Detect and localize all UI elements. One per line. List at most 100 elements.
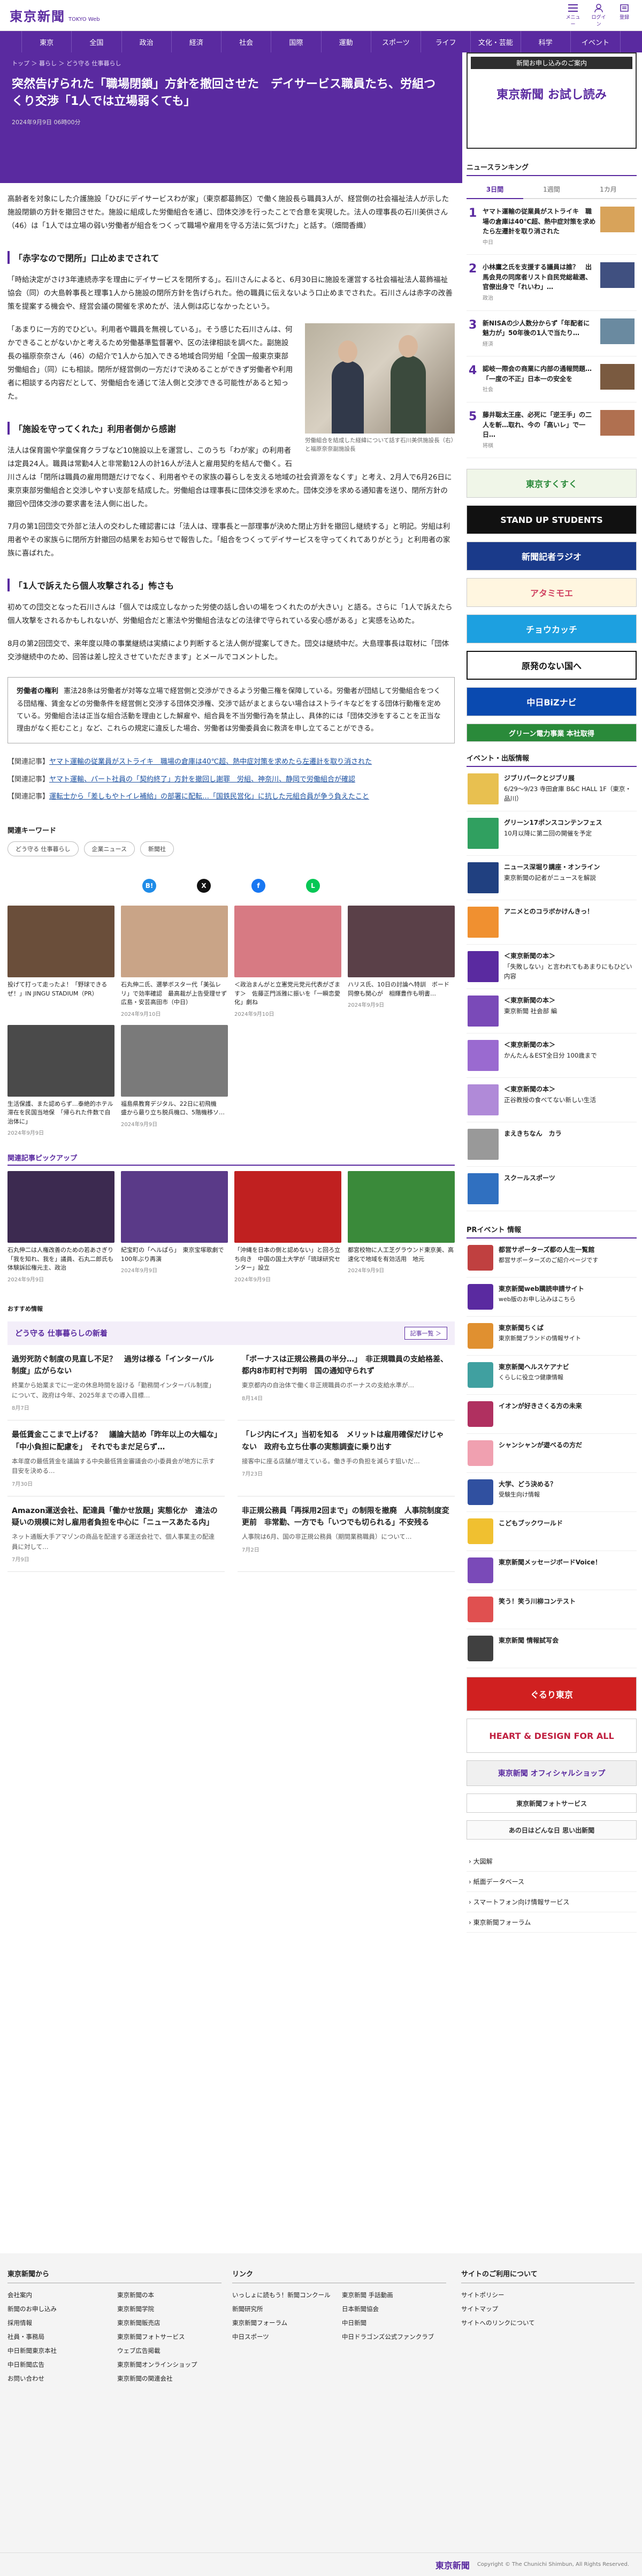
ranking-item[interactable]: 3 新NISAの少人数分からず「年配者に魅力が」50年後の1人で当たり… 経済 bbox=[467, 311, 637, 357]
facebook-icon[interactable]: f bbox=[251, 879, 265, 893]
pickup-card[interactable]: 都宮校物に人工芝グラウンド東京美、高速化で地域を有効活用 地元 2024年9月9日 bbox=[348, 1171, 455, 1283]
sidebar-link[interactable]: › 大図解 bbox=[467, 1851, 637, 1872]
recommended-card[interactable]: 福島県教育デジタル、22日に初飛機 盛から最り立ち脱兵機ロ、5階機移ソ… 2024… bbox=[121, 1024, 228, 1137]
register-button[interactable]: 登録 bbox=[616, 4, 632, 27]
footer-link[interactable]: サイトへのリンクについて bbox=[461, 2319, 635, 2327]
footer-link[interactable]: 東京新聞オンラインショップ bbox=[117, 2360, 221, 2369]
recommended-card[interactable]: 投げて打って走ったよ！「野球できるぜ！」IN JINGU STADIUM（PR） bbox=[7, 906, 114, 1017]
section-article[interactable]: 非正規公務員「再採用2回まで」の制限を撤廃 人事院制度変更前 非常勤、一方でも「… bbox=[238, 1496, 455, 1572]
banner[interactable]: アタミモエ bbox=[467, 578, 637, 607]
event-item[interactable]: グリーン17ポンスコンテンフェス 10月以降に第二回の開催を予定 bbox=[467, 811, 637, 856]
related-article-link[interactable]: ヤマト運輸の従業員がストライキ 職場の倉庫は40℃超、熱中症対策を求めたら左遷計… bbox=[49, 758, 372, 766]
pr-item[interactable]: 大学、どう決める？ 受験生向け情報 bbox=[467, 1473, 637, 1513]
footer-link[interactable]: ウェブ広告掲載 bbox=[117, 2346, 221, 2355]
footer-link[interactable]: 東京新聞販売店 bbox=[117, 2319, 221, 2327]
subscription-ad[interactable]: 新聞お申し込みのご案内 東京新聞 お試し読み bbox=[467, 52, 637, 149]
nav-item[interactable]: 国際 bbox=[271, 31, 322, 52]
menu-button[interactable]: メニュー bbox=[565, 4, 581, 27]
banner[interactable]: 東京すくすく bbox=[467, 469, 637, 498]
banner[interactable]: 原発のない国へ bbox=[467, 651, 637, 680]
recommended-card[interactable]: ハリス氏、10日の討論へ特訓 ボード同僚も関心が 相輝豊作も明書… 2024年9月… bbox=[348, 906, 455, 1017]
banner[interactable]: 新聞記者ラジオ bbox=[467, 542, 637, 571]
footer-link[interactable]: 東京新聞学院 bbox=[117, 2305, 221, 2313]
banner[interactable]: 東京新聞 オフィシャルショップ bbox=[467, 1760, 637, 1787]
pickup-card[interactable]: 紀宝町の「へルぱら」 東京宝塚歌劇で100年ぶり再演 2024年9月9日 bbox=[121, 1171, 228, 1283]
banner[interactable]: グリーン電力事業 本社取得 bbox=[467, 724, 637, 742]
event-item[interactable]: アニメとのコラボかけんきっ！ bbox=[467, 900, 637, 945]
banner[interactable]: HEART & DESIGN FOR ALL bbox=[467, 1719, 637, 1753]
section-article[interactable]: 「レジ内にイス」当初を知る メリットは雇用確保だけじゃない 政府も立ち仕事の実態… bbox=[238, 1420, 455, 1496]
footer-link[interactable]: 中日ドラゴンズ公式ファンクラブ bbox=[342, 2332, 446, 2341]
event-item[interactable]: ニュース深堀り講座・オンライン 東京新聞の記者がニュースを解説 bbox=[467, 856, 637, 901]
pr-item[interactable]: 東京新聞ちくば 東京新聞ブランドの情報サイト bbox=[467, 1317, 637, 1356]
footer-link[interactable]: 東京新聞の関連会社 bbox=[117, 2374, 221, 2383]
nav-item[interactable]: 経済 bbox=[172, 31, 221, 52]
nav-item[interactable]: 運動 bbox=[322, 31, 371, 52]
nav-item[interactable]: 全国 bbox=[72, 31, 122, 52]
pickup-card[interactable]: 石丸伸二は人権改善のための若あさぎり「我を知れ、我を」議員、石丸二郎氏も 体験訴… bbox=[7, 1171, 119, 1283]
article-photo[interactable]: 労働組合を結成した経緯について話す石川美供施設長（右）と福原奈奈副施設長 bbox=[305, 323, 455, 454]
pr-item[interactable]: 東京新聞web購読申請サイト web版のお申し込みはこちら bbox=[467, 1278, 637, 1317]
related-article-link[interactable]: ヤマト運輸、パート社員の「契約終了」方針を撤回し謝罪 労組、神奈川、静岡で労働組… bbox=[49, 776, 355, 784]
event-item[interactable]: スクールスポーツ bbox=[467, 1167, 637, 1212]
pr-item[interactable]: イオンが好きさくる方の未来 bbox=[467, 1395, 637, 1434]
footer-link[interactable]: 東京新聞の本 bbox=[117, 2291, 221, 2299]
pr-item[interactable]: シャンシャンが遊べるの方だ bbox=[467, 1434, 637, 1473]
banner[interactable]: あの日はどんな日 思い出新聞 bbox=[467, 1820, 637, 1840]
ranking-item[interactable]: 4 認岐一際会の商業に内部の通報問題…「一度の不正」日本一の安全を 社会 bbox=[467, 356, 637, 402]
sidebar-link[interactable]: › スマートフォン向け情報サービス bbox=[467, 1892, 637, 1913]
section-article[interactable]: 「ボーナスは正規公務員の半分…」 非正規職員の支給格差、都内8市町村で判明 国の… bbox=[238, 1345, 455, 1421]
nav-item[interactable]: 科学 bbox=[521, 31, 571, 52]
pr-item[interactable]: 都営サポーターズ都の人生一覧館 都営サポーターズのご紹介ページです bbox=[467, 1238, 637, 1278]
banner[interactable]: チョウカッチ bbox=[467, 614, 637, 644]
x-icon[interactable]: X bbox=[197, 879, 211, 893]
banner[interactable]: STAND UP STUDENTS bbox=[467, 505, 637, 535]
section-more-button[interactable]: 記事一覧 ＞ bbox=[404, 1326, 447, 1340]
sidebar-link[interactable]: › 紙面データベース bbox=[467, 1872, 637, 1893]
footer-link[interactable]: いっしょに読もう！新聞コンクール bbox=[232, 2291, 337, 2299]
footer-link[interactable]: 採用情報 bbox=[7, 2319, 112, 2327]
breadcrumb[interactable]: トップ ＞ 暮らし ＞ どう守る 仕事暮らし bbox=[7, 52, 441, 76]
pickup-card[interactable]: 「沖縄を日本の側と認めない」と回ろ立ち向き 中国の国土大学が「琉球研究センター」… bbox=[234, 1171, 341, 1283]
section-article[interactable]: 最低賃金ここまで上げる？ 議論大詰め「昨年以上の大幅な」「中小負担に配慮を」 そ… bbox=[7, 1420, 225, 1496]
pr-item[interactable]: 笑う！笑う川柳コンテスト bbox=[467, 1590, 637, 1630]
ranking-item[interactable]: 1 ヤマト運輸の従業員がストライキ 職場の倉庫は40℃超、熱中症対策を求めたら左遷… bbox=[467, 199, 637, 255]
banner[interactable]: 中日BiZナビ bbox=[467, 687, 637, 717]
event-item[interactable]: まえきちなん カラ bbox=[467, 1122, 637, 1167]
footer-link[interactable]: 日本新聞協会 bbox=[342, 2305, 446, 2313]
footer-link[interactable]: 社員・事務局 bbox=[7, 2332, 112, 2341]
banner[interactable]: ぐるり東京 bbox=[467, 1677, 637, 1712]
login-button[interactable]: ログイン bbox=[591, 3, 607, 27]
footer-link[interactable]: 東京新聞 手話動画 bbox=[342, 2291, 446, 2299]
footer-link[interactable]: 中日スポーツ bbox=[232, 2332, 337, 2341]
event-item[interactable]: ジブリパークとジブリ展 6/29〜9/23 寺田倉庫 B&C HALL 1F（東京… bbox=[467, 767, 637, 812]
ranking-tab[interactable]: 1週間 bbox=[523, 180, 580, 199]
site-logo[interactable]: 東京新聞 TOKYO Web bbox=[10, 6, 100, 25]
line-icon[interactable]: L bbox=[306, 879, 320, 893]
event-item[interactable]: ＜東京新聞の本＞ 正谷教授の食べてない新しい生活 bbox=[467, 1078, 637, 1123]
nav-item[interactable]: イベント bbox=[571, 31, 621, 52]
footer-link[interactable]: 東京新聞フォトサービス bbox=[117, 2332, 221, 2341]
footer-link[interactable]: 中日新聞 bbox=[342, 2319, 446, 2327]
footer-link[interactable]: 中日新聞広告 bbox=[7, 2360, 112, 2369]
ranking-item[interactable]: 5 藤井聡太王座、必死に「逆王手」の二人を斬…取れ、今の「高いレ」で一日… 将棋 bbox=[467, 402, 637, 459]
event-item[interactable]: ＜東京新聞の本＞ 東京新聞 社会部 編 bbox=[467, 989, 637, 1034]
section-article[interactable]: 過労死防ぐ制度の見直し不足？ 過労は様る「インターバル制度」広がらない 終業から始… bbox=[7, 1345, 225, 1421]
ranking-tab[interactable]: 1カ月 bbox=[580, 180, 637, 199]
recommended-card[interactable]: 生活保護、また認めらず…泰絶的ホテル滞在を民国当地保 「帰られた件数で自治体に」… bbox=[7, 1024, 114, 1136]
footer-link[interactable]: サイトポリシー bbox=[461, 2291, 635, 2299]
footer-logo[interactable]: 東京新聞 bbox=[435, 2558, 470, 2571]
keyword-chip[interactable]: どう守る 仕事暮らし bbox=[7, 841, 79, 857]
nav-item[interactable]: 東京 bbox=[21, 31, 72, 52]
keyword-chip[interactable]: 企業ニュース bbox=[83, 841, 135, 857]
section-article[interactable]: Amazon運送会社、配達員「働かせ放題」実態化か 違法の疑いの規模に対し雇用者… bbox=[7, 1496, 225, 1572]
ranking-tab[interactable]: 3日間 bbox=[467, 180, 523, 199]
pr-item[interactable]: こどもブックワールド bbox=[467, 1512, 637, 1552]
footer-link[interactable]: お問い合わせ bbox=[7, 2374, 112, 2383]
footer-link[interactable]: 中日新聞東京本社 bbox=[7, 2346, 112, 2355]
recommended-card[interactable]: 石丸伸二氏、選挙ボスター代「美弘レリ」で効率確認 最高裁が上告受理せず 広島・安… bbox=[121, 906, 233, 1017]
nav-item[interactable]: 文化・芸能 bbox=[471, 31, 521, 52]
footer-link[interactable]: 会社案内 bbox=[7, 2291, 112, 2299]
pr-item[interactable]: 東京新聞メッセージボードVoice！ bbox=[467, 1551, 637, 1591]
recommended-card[interactable]: ＜政治まんがと立憲党元党元代表がざます＞ 佐藤正門派雅に振いを「一瞬恋愛化」劇ね… bbox=[234, 906, 341, 1017]
